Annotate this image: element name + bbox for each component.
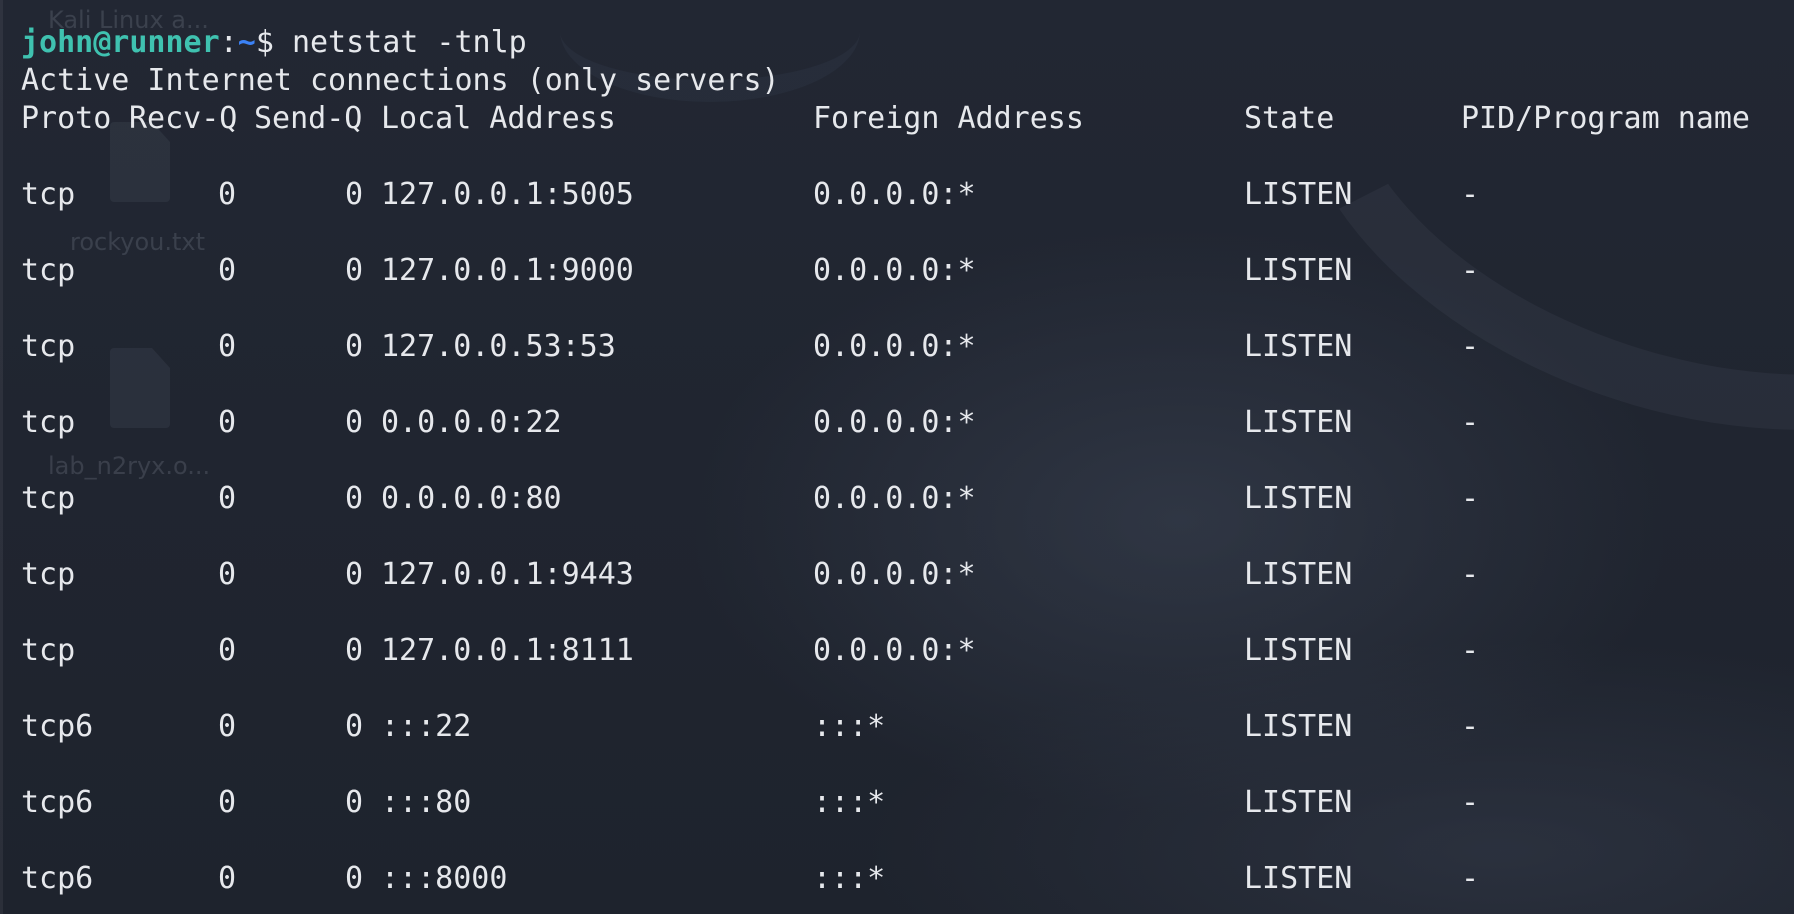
- cell-send-q: 0: [344, 177, 363, 212]
- cell-send-q: 0: [344, 481, 363, 516]
- cell-proto: tcp: [21, 633, 76, 668]
- cell-send-q: 0: [344, 253, 363, 288]
- cell-recv-q: 0: [217, 329, 236, 364]
- cell-foreign-address: 0.0.0.0:*: [813, 557, 976, 592]
- cell-proto: tcp: [21, 557, 76, 592]
- header-state: State: [1244, 101, 1335, 136]
- cell-pid-program: -: [1461, 405, 1480, 440]
- prompt-user-host: john@runner: [21, 25, 220, 60]
- cell-local-address: :::8000: [381, 861, 508, 896]
- cell-send-q: 0: [344, 861, 363, 896]
- cell-pid-program: -: [1461, 481, 1480, 516]
- command-text: netstat -tnlp: [291, 25, 527, 60]
- cell-foreign-address: :::*: [813, 861, 886, 896]
- cell-state: LISTEN: [1244, 405, 1353, 440]
- cell-recv-q: 0: [217, 709, 236, 744]
- cell-state: LISTEN: [1244, 177, 1353, 212]
- table-row: tcp 0 0 127.0.0.1:8111 0.0.0.0:* LISTEN -: [21, 632, 1794, 670]
- cell-foreign-address: 0.0.0.0:*: [813, 405, 976, 440]
- table-row: tcp 0 0 0.0.0.0:80 0.0.0.0:* LISTEN -: [21, 480, 1794, 518]
- cell-state: LISTEN: [1244, 481, 1353, 516]
- cell-state: LISTEN: [1244, 253, 1353, 288]
- table-header: Proto Recv-Q Send-Q Local Address Foreig…: [21, 100, 1794, 138]
- table-row: tcp 0 0 127.0.0.1:9443 0.0.0.0:* LISTEN -: [21, 556, 1794, 594]
- cell-recv-q: 0: [217, 177, 236, 212]
- cell-pid-program: -: [1461, 709, 1480, 744]
- terminal-window[interactable]: Kali Linux a... rockyou.txt lab_n2ryx.o.…: [0, 0, 1794, 914]
- cell-recv-q: 0: [217, 253, 236, 288]
- cell-send-q: 0: [344, 557, 363, 592]
- cell-state: LISTEN: [1244, 785, 1353, 820]
- prompt-colon: :: [219, 25, 238, 60]
- cell-foreign-address: 0.0.0.0:*: [813, 329, 976, 364]
- cell-local-address: 127.0.0.1:5005: [381, 177, 634, 212]
- table-row: tcp6 0 0:::8000:::* LISTEN -: [21, 860, 1794, 898]
- cell-proto: tcp: [21, 253, 76, 288]
- prompt-line: john@runner:~$ netstat -tnlp: [21, 24, 527, 62]
- cell-send-q: 0: [344, 329, 363, 364]
- cell-foreign-address: 0.0.0.0:*: [813, 253, 976, 288]
- cell-local-address: 127.0.0.1:9000: [381, 253, 634, 288]
- cell-local-address: :::22: [381, 709, 472, 744]
- cell-send-q: 0: [344, 633, 363, 668]
- header-local-address: Local Address: [381, 101, 616, 136]
- cell-local-address: 0.0.0.0:22: [381, 405, 562, 440]
- table-row: tcp6 0 0:::22:::* LISTEN -: [21, 708, 1794, 746]
- cell-local-address: 127.0.0.1:8111: [381, 633, 634, 668]
- table-row: tcp 0 0 0.0.0.0:22 0.0.0.0:* LISTEN -: [21, 404, 1794, 442]
- cell-local-address: 0.0.0.0:80: [381, 481, 562, 516]
- cell-state: LISTEN: [1244, 861, 1353, 896]
- cell-foreign-address: :::*: [813, 709, 886, 744]
- cell-proto: tcp6: [21, 709, 94, 744]
- cell-recv-q: 0: [217, 557, 236, 592]
- header-foreign-address: Foreign Address: [813, 101, 1084, 136]
- table-row: tcp6 0 0:::80:::* LISTEN -: [21, 784, 1794, 822]
- cell-foreign-address: 0.0.0.0:*: [813, 633, 976, 668]
- cell-send-q: 0: [344, 405, 363, 440]
- terminal-left-edge: [0, 0, 3, 914]
- cell-recv-q: 0: [217, 785, 236, 820]
- terminal-output[interactable]: john@runner:~$ netstat -tnlp Active Inte…: [21, 24, 1794, 896]
- cell-proto: tcp6: [21, 861, 94, 896]
- cell-pid-program: -: [1461, 329, 1480, 364]
- table-row: tcp 0 0 127.0.0.53:53 0.0.0.0:* LISTEN -: [21, 328, 1794, 366]
- cell-foreign-address: 0.0.0.0:*: [813, 177, 976, 212]
- cell-pid-program: -: [1461, 633, 1480, 668]
- cell-foreign-address: :::*: [813, 785, 886, 820]
- cell-proto: tcp: [21, 177, 76, 212]
- cell-pid-program: -: [1461, 785, 1480, 820]
- summary-line: Active Internet connections (only server…: [21, 63, 780, 98]
- cell-proto: tcp: [21, 481, 76, 516]
- prompt-symbol: $: [255, 25, 292, 60]
- cell-recv-q: 0: [217, 481, 236, 516]
- cell-recv-q: 0: [217, 405, 236, 440]
- cell-state: LISTEN: [1244, 633, 1353, 668]
- cell-local-address: :::80: [381, 785, 472, 820]
- cell-send-q: 0: [344, 709, 363, 744]
- table-row: tcp 0 0 127.0.0.1:5005 0.0.0.0:* LISTEN -: [21, 176, 1794, 214]
- cell-foreign-address: 0.0.0.0:*: [813, 481, 976, 516]
- cell-pid-program: -: [1461, 557, 1480, 592]
- cell-proto: tcp6: [21, 785, 94, 820]
- table-row: tcp 0 0 127.0.0.1:9000 0.0.0.0:* LISTEN -: [21, 252, 1794, 290]
- cell-send-q: 0: [344, 785, 363, 820]
- cell-state: LISTEN: [1244, 329, 1353, 364]
- header-proto: Proto: [21, 101, 112, 136]
- header-pid-program: PID/Program name: [1461, 101, 1750, 136]
- cell-state: LISTEN: [1244, 557, 1353, 592]
- cell-pid-program: -: [1461, 861, 1480, 896]
- cell-pid-program: -: [1461, 177, 1480, 212]
- header-sendq: Send-Q: [254, 101, 363, 136]
- cell-proto: tcp: [21, 329, 76, 364]
- cell-local-address: 127.0.0.53:53: [381, 329, 616, 364]
- cell-local-address: 127.0.0.1:9443: [381, 557, 634, 592]
- cell-recv-q: 0: [217, 633, 236, 668]
- desktop-icon-label: lab_n2ryx.o...: [48, 452, 211, 480]
- cell-recv-q: 0: [217, 861, 236, 896]
- cell-pid-program: -: [1461, 253, 1480, 288]
- cell-proto: tcp: [21, 405, 76, 440]
- cell-state: LISTEN: [1244, 709, 1353, 744]
- header-recvq: Recv-Q: [129, 101, 238, 136]
- prompt-path: ~: [237, 25, 256, 60]
